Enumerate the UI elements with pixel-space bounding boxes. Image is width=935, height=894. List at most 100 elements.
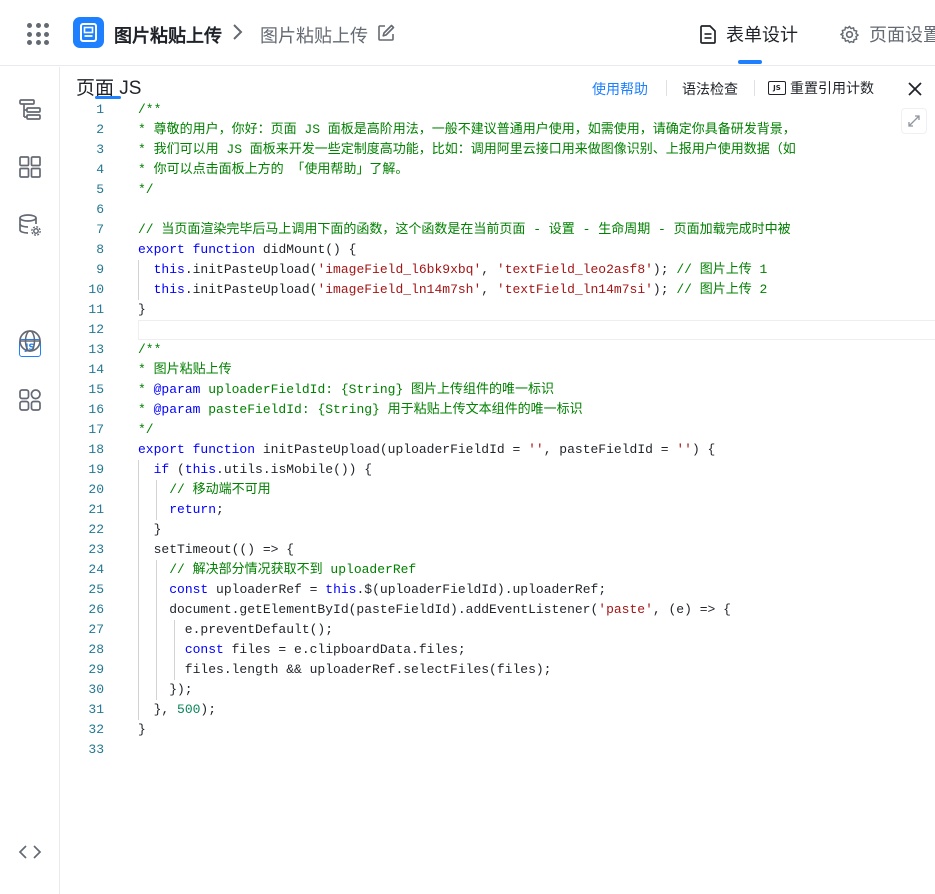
line-number: 27 xyxy=(88,622,104,637)
code-line[interactable]: * @param pasteFieldId: {String} 用于粘贴上传文本… xyxy=(138,400,583,420)
line-number: 24 xyxy=(88,562,104,577)
line-number: 33 xyxy=(88,742,104,757)
js-badge-icon: JS xyxy=(768,81,786,95)
tab-page-settings[interactable]: 页面设置 xyxy=(840,22,935,46)
help-link[interactable]: 使用帮助 xyxy=(592,79,648,99)
left-sidebar: JS xyxy=(0,67,60,894)
app-grid-icon[interactable] xyxy=(27,23,49,45)
code-line[interactable]: } xyxy=(138,520,162,540)
plugins-icon[interactable] xyxy=(18,388,42,412)
indent-guide xyxy=(138,460,139,720)
line-number: 32 xyxy=(88,722,104,737)
code-line[interactable]: * 尊敬的用户，你好：页面 JS 面板是高阶用法，一般不建议普通用户使用，如需使… xyxy=(138,120,796,140)
line-number: 10 xyxy=(88,282,104,297)
code-line[interactable]: document.getElementById(pasteFieldId).ad… xyxy=(138,600,731,620)
line-number: 19 xyxy=(88,462,104,477)
line-number: 13 xyxy=(88,342,104,357)
line-number: 29 xyxy=(88,662,104,677)
code-line[interactable]: */ xyxy=(138,420,154,440)
line-number: 26 xyxy=(88,602,104,617)
reset-ref-count-label: 重置引用计数 xyxy=(790,80,874,96)
tab-form-design[interactable]: 表单设计 xyxy=(700,22,798,46)
code-line[interactable]: setTimeout(() => { xyxy=(138,540,294,560)
line-number: 16 xyxy=(88,402,104,417)
active-tab-indicator xyxy=(738,60,762,64)
datasource-icon[interactable] xyxy=(18,213,42,237)
syntax-check-button[interactable]: 语法检查 xyxy=(682,79,738,99)
line-number: 7 xyxy=(96,222,104,237)
panel-title-underline xyxy=(95,96,121,99)
components-grid-icon[interactable] xyxy=(18,155,42,179)
app-title[interactable]: 图片粘贴上传 xyxy=(114,22,222,48)
code-line[interactable]: */ xyxy=(138,180,154,200)
code-line[interactable]: } xyxy=(138,300,146,320)
code-line[interactable]: this.initPasteUpload('imageField_ln14m7s… xyxy=(138,280,768,300)
line-number: 5 xyxy=(96,182,104,197)
line-number: 2 xyxy=(96,122,104,137)
code-line[interactable]: export function initPasteUpload(uploader… xyxy=(138,440,715,460)
expand-editor-button[interactable] xyxy=(901,108,927,134)
code-line[interactable]: /** xyxy=(138,100,161,120)
line-number: 15 xyxy=(88,382,104,397)
line-number: 30 xyxy=(88,682,104,697)
document-icon xyxy=(700,24,716,44)
line-number: 6 xyxy=(96,202,104,217)
code-line[interactable]: e.preventDefault(); xyxy=(138,620,333,640)
line-number: 8 xyxy=(96,242,104,257)
line-number: 18 xyxy=(88,442,104,457)
code-line[interactable]: } xyxy=(138,720,146,740)
code-line[interactable]: export function didMount() { xyxy=(138,240,356,260)
indent-guide xyxy=(138,260,139,300)
divider xyxy=(754,80,755,96)
code-line[interactable]: return; xyxy=(138,500,224,520)
chevron-right-icon xyxy=(233,24,243,40)
line-number: 14 xyxy=(88,362,104,377)
code-line[interactable]: if (this.utils.isMobile()) { xyxy=(138,460,372,480)
reset-ref-count-button[interactable]: JS 重置引用计数 xyxy=(768,79,874,97)
indent-guide xyxy=(156,560,157,700)
outline-tree-icon[interactable] xyxy=(18,98,42,122)
divider xyxy=(666,80,667,96)
indent-guide xyxy=(156,480,157,520)
code-line[interactable]: // 解决部分情况获取不到 uploaderRef xyxy=(138,560,416,580)
line-number: 11 xyxy=(88,302,104,317)
top-bar: 图片粘贴上传 图片粘贴上传 表单设计 页面设置 xyxy=(0,0,935,66)
tab-form-design-label: 表单设计 xyxy=(726,25,798,45)
fullscreen-icon xyxy=(908,115,920,127)
code-line[interactable]: this.initPasteUpload('imageField_l6bk9xb… xyxy=(138,260,768,280)
tab-page-settings-label: 页面设置 xyxy=(869,25,935,45)
line-number: 1 xyxy=(96,102,104,117)
code-line[interactable]: * 图片粘贴上传 xyxy=(138,360,232,380)
globe-icon[interactable] xyxy=(18,329,42,353)
edit-icon[interactable] xyxy=(377,24,395,42)
code-brackets-icon[interactable] xyxy=(18,840,42,864)
app-logo-icon xyxy=(73,17,104,48)
code-editor[interactable]: 1 2 3 4 5 6 7 8 9 10 11 12 13 14 15 16 17 18 19 20 21 22 23 24 2… xyxy=(60,100,935,760)
current-line-highlight xyxy=(138,320,935,340)
line-number: 25 xyxy=(88,582,104,597)
line-number: 22 xyxy=(88,522,104,537)
code-line[interactable]: const files = e.clipboardData.files; xyxy=(138,640,466,660)
close-icon[interactable] xyxy=(906,80,924,98)
line-number: 9 xyxy=(96,262,104,277)
code-line[interactable]: // 移动端不可用 xyxy=(138,480,270,500)
code-line[interactable]: * 我们可以用 JS 面板来开发一些定制度高功能，比如：调用阿里云接口用来做图像… xyxy=(138,140,796,160)
line-number: 23 xyxy=(88,542,104,557)
code-line[interactable]: const uploaderRef = this.$(uploaderField… xyxy=(138,580,606,600)
line-number: 20 xyxy=(88,482,104,497)
code-line[interactable]: * @param uploaderFieldId: {String} 图片上传组… xyxy=(138,380,554,400)
code-line[interactable]: }); xyxy=(138,680,192,700)
line-number: 4 xyxy=(96,162,104,177)
line-number: 17 xyxy=(88,422,104,437)
code-line[interactable]: /** xyxy=(138,340,161,360)
line-number: 3 xyxy=(96,142,104,157)
page-name: 图片粘贴上传 xyxy=(260,26,368,46)
line-number: 28 xyxy=(88,642,104,657)
line-number: 12 xyxy=(88,322,104,337)
code-line[interactable]: // 当页面渲染完毕后马上调用下面的函数，这个函数是在当前页面 - 设置 - 生… xyxy=(138,220,791,240)
code-line[interactable]: }, 500); xyxy=(138,700,216,720)
gear-icon xyxy=(840,25,859,43)
code-line[interactable]: files.length && uploaderRef.selectFiles(… xyxy=(138,660,552,680)
line-number: 21 xyxy=(88,502,104,517)
code-line[interactable]: * 你可以点击面板上方的 「使用帮助」了解。 xyxy=(138,160,408,180)
